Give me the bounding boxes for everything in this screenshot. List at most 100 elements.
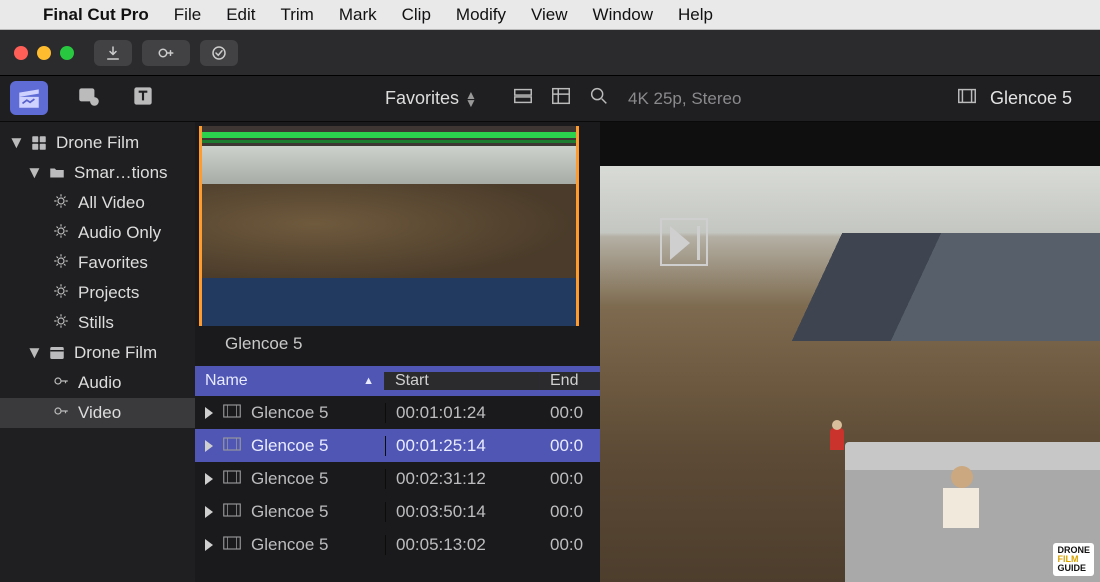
disclosure-icon[interactable]: ▼ bbox=[8, 133, 22, 153]
favorite-marker bbox=[202, 132, 576, 138]
menu-mark[interactable]: Mark bbox=[339, 5, 377, 25]
clip-appearance-button[interactable] bbox=[512, 85, 534, 112]
disclosure-icon[interactable]: ▼ bbox=[26, 163, 40, 183]
viewer-format-label: 4K 25p, Stereo bbox=[628, 89, 741, 109]
sidebar-smart-audio-only[interactable]: Audio Only bbox=[0, 218, 195, 248]
clip-row[interactable]: Glencoe 500:03:50:1400:0 bbox=[195, 495, 600, 528]
zoom-window-button[interactable] bbox=[60, 46, 74, 60]
menu-edit[interactable]: Edit bbox=[226, 5, 255, 25]
presenter-pip: DRONEFILMGUIDE bbox=[845, 442, 1100, 582]
column-header-name[interactable]: Name ▲ bbox=[195, 372, 385, 390]
viewer-canvas[interactable]: DRONEFILMGUIDE bbox=[600, 166, 1100, 582]
app-name[interactable]: Final Cut Pro bbox=[43, 5, 149, 25]
clip-end: 00:0 bbox=[540, 403, 600, 423]
sidebar-library-1[interactable]: ▼ Drone Film bbox=[0, 128, 195, 158]
sidebar-label: Projects bbox=[78, 283, 139, 303]
traffic-lights bbox=[14, 46, 74, 60]
play-icon bbox=[205, 539, 213, 551]
favorite-marker bbox=[202, 140, 576, 143]
subject-in-frame bbox=[830, 428, 844, 450]
menu-window[interactable]: Window bbox=[593, 5, 653, 25]
clip-name: Glencoe 5 bbox=[251, 535, 329, 555]
key-icon bbox=[52, 372, 70, 395]
menu-file[interactable]: File bbox=[174, 5, 201, 25]
sidebar-keyword-audio[interactable]: Audio bbox=[0, 368, 195, 398]
sidebar-label: Drone Film bbox=[56, 133, 139, 153]
clip-end: 00:0 bbox=[540, 469, 600, 489]
sidebar-label: Audio bbox=[78, 373, 121, 393]
viewer-title: Glencoe 5 bbox=[990, 88, 1072, 109]
sidebar-smart-favorites[interactable]: Favorites bbox=[0, 248, 195, 278]
clip-list-header: Name ▲ Start End bbox=[195, 366, 600, 396]
smart-collection-icon bbox=[52, 192, 70, 215]
clip-start: 00:02:31:12 bbox=[385, 469, 540, 489]
clip-filmstrip[interactable] bbox=[199, 126, 579, 326]
watermark-logo: DRONEFILMGUIDE bbox=[1053, 543, 1094, 576]
clip-name: Glencoe 5 bbox=[251, 469, 329, 489]
libraries-tab[interactable] bbox=[10, 81, 48, 116]
clip-end: 00:0 bbox=[540, 502, 600, 522]
clip-row[interactable]: Glencoe 5 00:02:31:1200:0 bbox=[195, 462, 600, 495]
viewer-panel: DRONEFILMGUIDE bbox=[600, 122, 1100, 582]
clip-start: 00:01:25:14 bbox=[385, 436, 540, 456]
sidebar-event-drone[interactable]: ▼ Drone Film bbox=[0, 338, 195, 368]
menu-clip[interactable]: Clip bbox=[402, 5, 431, 25]
clip-row[interactable]: Glencoe 500:01:01:2400:0 bbox=[195, 396, 600, 429]
clapperboard-icon bbox=[16, 85, 42, 111]
column-header-start[interactable]: Start bbox=[385, 372, 540, 390]
minimize-window-button[interactable] bbox=[37, 46, 51, 60]
close-window-button[interactable] bbox=[14, 46, 28, 60]
search-button[interactable] bbox=[588, 85, 610, 112]
photos-audio-tab[interactable] bbox=[76, 83, 102, 114]
workspace: ▼ Drone Film ▼ Smar…tions All Video Audi… bbox=[0, 122, 1100, 582]
sidebar-label: Stills bbox=[78, 313, 114, 333]
play-icon bbox=[205, 407, 213, 419]
sidebar-smart-projects[interactable]: Projects bbox=[0, 278, 195, 308]
list-view-button[interactable] bbox=[550, 85, 572, 112]
window-toolbar bbox=[0, 30, 1100, 76]
clip-start: 00:05:13:02 bbox=[385, 535, 540, 555]
play-icon bbox=[205, 506, 213, 518]
clip-filter-label: Favorites bbox=[385, 88, 459, 109]
skimmer-playhead-icon bbox=[660, 218, 708, 266]
import-button[interactable] bbox=[94, 40, 132, 66]
library-icon bbox=[30, 134, 48, 152]
menu-view[interactable]: View bbox=[531, 5, 568, 25]
play-icon bbox=[205, 440, 213, 452]
clip-row[interactable]: Glencoe 500:01:25:1400:0 bbox=[195, 429, 600, 462]
audio-waveform bbox=[202, 278, 576, 326]
clip-thumb-icon bbox=[223, 436, 241, 456]
clip-start: 00:01:01:24 bbox=[385, 403, 540, 423]
disclosure-icon[interactable]: ▼ bbox=[26, 343, 40, 363]
sidebar-smart-stills[interactable]: Stills bbox=[0, 308, 195, 338]
keyword-editor-button[interactable] bbox=[142, 40, 190, 66]
clip-thumb-icon bbox=[223, 502, 241, 522]
sidebar-smart-all-video[interactable]: All Video bbox=[0, 188, 195, 218]
sidebar-label: Favorites bbox=[78, 253, 148, 273]
sidebar-label: Video bbox=[78, 403, 121, 423]
sort-asc-icon: ▲ bbox=[363, 375, 374, 387]
sidebar-event-smart[interactable]: ▼ Smar…tions bbox=[0, 158, 195, 188]
titles-icon bbox=[130, 83, 156, 109]
secondary-toolbar: Favorites ▲▼ 4K 25p, Stereo Glencoe 5 bbox=[0, 76, 1100, 122]
filmstrip-icon bbox=[956, 85, 978, 112]
menu-help[interactable]: Help bbox=[678, 5, 713, 25]
sidebar-keyword-video[interactable]: Video bbox=[0, 398, 195, 428]
clip-end: 00:0 bbox=[540, 436, 600, 456]
sidebar-label: Smar…tions bbox=[74, 163, 168, 183]
titles-generators-tab[interactable] bbox=[130, 83, 156, 114]
clip-name: Glencoe 5 bbox=[251, 502, 329, 522]
sidebar-label: All Video bbox=[78, 193, 145, 213]
smart-collection-icon bbox=[52, 312, 70, 335]
sidebar-label: Audio Only bbox=[78, 223, 161, 243]
menu-trim[interactable]: Trim bbox=[280, 5, 313, 25]
event-icon bbox=[48, 344, 66, 362]
menu-modify[interactable]: Modify bbox=[456, 5, 506, 25]
column-header-end[interactable]: End bbox=[540, 372, 600, 390]
background-tasks-button[interactable] bbox=[200, 40, 238, 66]
clip-row[interactable]: Glencoe 500:05:13:0200:0 bbox=[195, 528, 600, 561]
clip-filter-popup[interactable]: Favorites ▲▼ bbox=[205, 88, 477, 109]
play-icon bbox=[205, 473, 213, 485]
media-icon bbox=[76, 83, 102, 109]
smart-collection-icon bbox=[52, 222, 70, 245]
